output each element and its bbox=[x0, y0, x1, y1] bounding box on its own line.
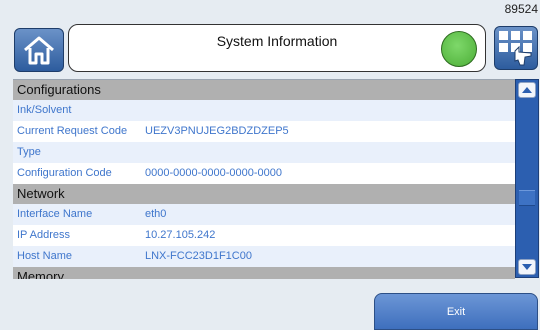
info-table[interactable]: Configurations Ink/Solvent Current Reque… bbox=[13, 79, 515, 279]
menu-button[interactable] bbox=[494, 26, 538, 70]
table-row: Type bbox=[13, 142, 515, 163]
section-header-configurations: Configurations bbox=[13, 80, 515, 100]
grid-hand-icon bbox=[499, 31, 532, 66]
row-value: LNX-FCC23D1F1C00 bbox=[145, 250, 252, 262]
scroll-thumb[interactable] bbox=[519, 190, 535, 206]
row-label: Type bbox=[17, 146, 41, 158]
table-row: IP Address 10.27.105.242 bbox=[13, 225, 515, 246]
status-indicator-icon bbox=[441, 31, 477, 67]
section-header-memory: Memory bbox=[13, 267, 515, 279]
device-id: 89524 bbox=[504, 2, 538, 16]
scroll-down-button[interactable] bbox=[518, 259, 536, 275]
arrow-up-icon bbox=[522, 87, 532, 93]
row-value: UEZV3PNUJEG2BDZDZEP5 bbox=[145, 125, 289, 137]
vertical-scrollbar[interactable] bbox=[515, 79, 539, 278]
table-row: Configuration Code 0000-0000-0000-0000-0… bbox=[13, 163, 515, 184]
row-value: 10.27.105.242 bbox=[145, 229, 216, 241]
row-label: Ink/Solvent bbox=[17, 104, 72, 116]
section-header-network: Network bbox=[13, 184, 515, 204]
home-icon bbox=[24, 36, 54, 65]
row-label: Current Request Code bbox=[17, 125, 128, 137]
home-button[interactable] bbox=[14, 28, 64, 72]
row-value: 0000-0000-0000-0000-0000 bbox=[145, 167, 283, 179]
row-label: Host Name bbox=[17, 250, 73, 262]
page-title: System Information bbox=[216, 33, 338, 49]
row-label: Configuration Code bbox=[17, 167, 112, 179]
row-value bbox=[145, 100, 515, 121]
table-row: Ink/Solvent bbox=[13, 100, 515, 121]
exit-button[interactable]: Exit bbox=[374, 293, 538, 330]
title-bar: System Information bbox=[68, 24, 486, 72]
table-row: Interface Name eth0 bbox=[13, 204, 515, 225]
row-label: Interface Name bbox=[17, 208, 93, 220]
row-value: eth0 bbox=[145, 208, 167, 220]
arrow-down-icon bbox=[522, 264, 532, 270]
scroll-up-button[interactable] bbox=[518, 82, 536, 98]
row-label: IP Address bbox=[17, 229, 70, 241]
table-row: Current Request Code UEZV3PNUJEG2BDZDZEP… bbox=[13, 121, 515, 142]
row-value bbox=[145, 142, 515, 163]
table-row: Host Name LNX-FCC23D1F1C00 bbox=[13, 246, 515, 267]
